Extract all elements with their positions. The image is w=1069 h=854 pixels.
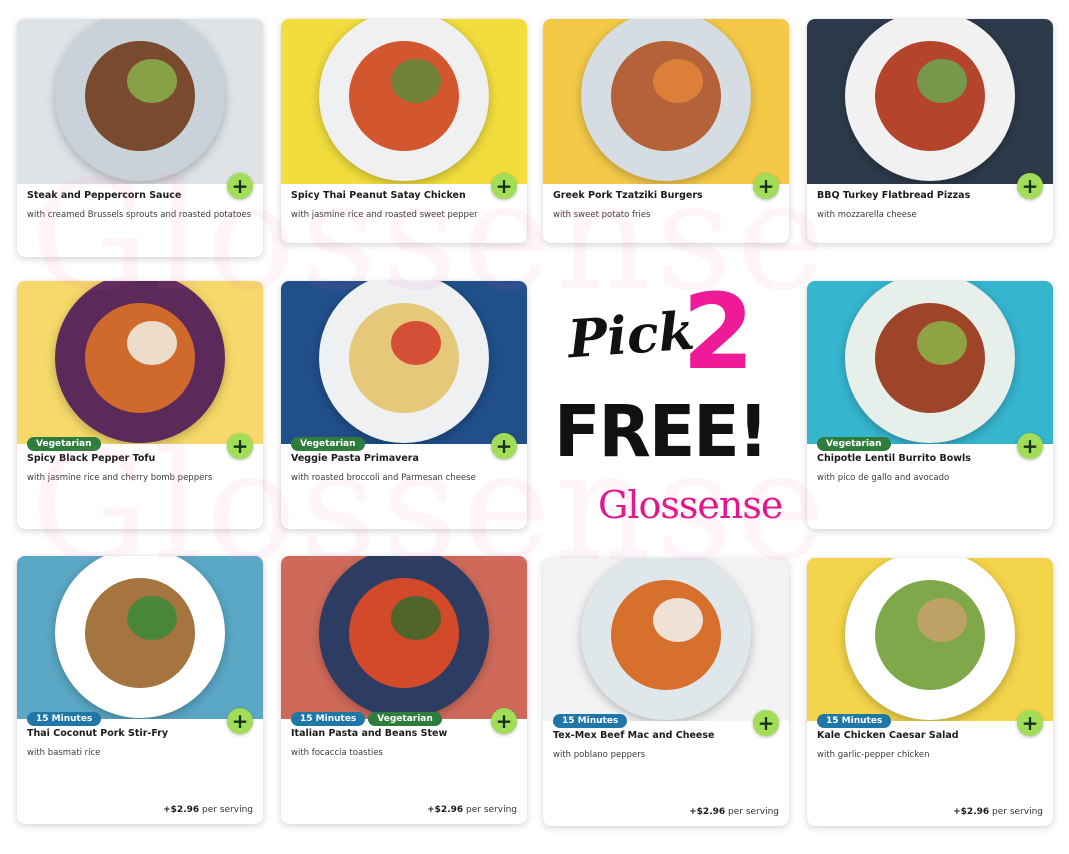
recipe-subtitle: with focaccia toasties: [291, 748, 383, 758]
badge-row: Vegetarian: [291, 431, 517, 451]
promo-brand: Glossense: [598, 483, 783, 527]
recipe-title[interactable]: Veggie Pasta Primavera: [291, 453, 517, 464]
vegetarian-badge: Vegetarian: [291, 437, 365, 451]
quick-time-badge: 15 Minutes: [553, 714, 628, 728]
garnish-image: [127, 59, 177, 103]
recipe-card[interactable]: + Spicy Thai Peanut Satay Chicken with jas…: [281, 19, 527, 243]
price-per-serving: +$2.96 per serving: [953, 807, 1043, 817]
recipe-subtitle: with garlic-pepper chicken: [817, 750, 930, 760]
recipe-photo: [281, 281, 527, 444]
recipe-photo: [17, 556, 263, 719]
recipe-card[interactable]: +15 Minutes Tex-Mex Beef Mac and Cheese wi…: [543, 558, 789, 826]
recipe-photo: [17, 281, 263, 444]
recipe-photo: [543, 19, 789, 184]
badge-row: 15 Minutes: [27, 706, 253, 726]
recipe-card[interactable]: + Greek Pork Tzatziki Burgers with sweet p…: [543, 19, 789, 243]
recipe-card[interactable]: +15 Minutes Kale Chicken Caesar Salad with…: [807, 558, 1053, 826]
price-unit: per serving: [992, 807, 1043, 817]
recipe-card[interactable]: + Vegetarian Chipotle Lentil Burrito Bowls…: [807, 281, 1053, 529]
recipe-card[interactable]: + Steak and Peppercorn Sauce with creamed …: [17, 19, 263, 257]
recipe-info: BBQ Turkey Flatbread Pizzas with mozzarel…: [817, 190, 1043, 222]
garnish-image: [127, 321, 177, 365]
recipe-info: Steak and Peppercorn Sauce with creamed B…: [27, 190, 253, 222]
vegetarian-badge: Vegetarian: [27, 437, 101, 451]
garnish-image: [391, 59, 441, 103]
recipe-photo: [17, 19, 263, 184]
recipe-info: 15 Minutes Thai Coconut Pork Stir-Fry with…: [27, 706, 253, 760]
recipe-title[interactable]: Greek Pork Tzatziki Burgers: [553, 190, 779, 201]
recipe-title[interactable]: Spicy Black Pepper Tofu: [27, 453, 253, 464]
recipe-photo: [807, 558, 1053, 721]
garnish-image: [917, 321, 967, 365]
recipe-info: 15 Minutes Vegetarian Italian Pasta and Be…: [291, 706, 517, 760]
garnish-image: [917, 59, 967, 103]
garnish-image: [917, 598, 967, 642]
price-amount: +$2.96: [427, 805, 464, 815]
recipe-title[interactable]: Steak and Peppercorn Sauce: [27, 190, 253, 201]
recipe-title[interactable]: Italian Pasta and Beans Stew: [291, 728, 517, 739]
recipe-card[interactable]: + Vegetarian Veggie Pasta Primavera with ro…: [281, 281, 527, 529]
quick-time-badge: 15 Minutes: [817, 714, 892, 728]
garnish-image: [653, 59, 703, 103]
vegetarian-badge: Vegetarian: [817, 437, 891, 451]
vegetarian-badge: Vegetarian: [368, 712, 442, 726]
recipe-title[interactable]: Chipotle Lentil Burrito Bowls: [817, 453, 1043, 464]
recipe-photo: [281, 556, 527, 719]
recipe-info: 15 Minutes Tex-Mex Beef Mac and Cheese wit…: [553, 708, 779, 762]
recipe-subtitle: with mozzarella cheese: [817, 210, 917, 220]
price-per-serving: +$2.96 per serving: [689, 807, 779, 817]
price-unit: per serving: [728, 807, 779, 817]
recipe-subtitle: with basmati rice: [27, 748, 101, 758]
promo-free-text: FREE!: [554, 391, 769, 474]
recipe-subtitle: with jasmine rice and roasted sweet pepp…: [291, 210, 478, 220]
price-unit: per serving: [466, 805, 517, 815]
recipe-title[interactable]: BBQ Turkey Flatbread Pizzas: [817, 190, 1043, 201]
recipe-subtitle: with pico de gallo and avocado: [817, 473, 950, 483]
badge-row: 15 Minutes: [553, 708, 779, 728]
badge-row: 15 Minutes Vegetarian: [291, 706, 517, 726]
recipe-photo: [807, 281, 1053, 444]
promo-number: 2: [682, 271, 755, 393]
recipe-info: 15 Minutes Kale Chicken Caesar Salad with …: [817, 708, 1043, 762]
badge-row: Vegetarian: [27, 431, 253, 451]
badge-row: 15 Minutes: [817, 708, 1043, 728]
recipe-card[interactable]: +15 Minutes Thai Coconut Pork Stir-Fry wit…: [17, 556, 263, 824]
recipe-title[interactable]: Tex-Mex Beef Mac and Cheese: [553, 730, 779, 741]
promo-pick-text: Pick: [566, 300, 697, 371]
promo-banner: Pick 2 FREE! Glossense: [548, 271, 788, 535]
recipe-photo: [543, 558, 789, 721]
garnish-image: [127, 596, 177, 640]
badge-row: Vegetarian: [817, 431, 1043, 451]
recipe-info: Greek Pork Tzatziki Burgers with sweet po…: [553, 190, 779, 222]
price-amount: +$2.96: [689, 807, 726, 817]
price-amount: +$2.96: [953, 807, 990, 817]
recipe-info: Vegetarian Chipotle Lentil Burrito Bowls w…: [817, 431, 1043, 485]
price-per-serving: +$2.96 per serving: [427, 805, 517, 815]
recipe-info: Vegetarian Veggie Pasta Primavera with roa…: [291, 431, 517, 485]
garnish-image: [391, 596, 441, 640]
garnish-image: [653, 598, 703, 642]
recipe-card[interactable]: +15 Minutes Vegetarian Italian Pasta and B…: [281, 556, 527, 824]
quick-time-badge: 15 Minutes: [27, 712, 102, 726]
quick-time-badge: 15 Minutes: [291, 712, 366, 726]
recipe-title[interactable]: Thai Coconut Pork Stir-Fry: [27, 728, 253, 739]
price-unit: per serving: [202, 805, 253, 815]
recipe-card[interactable]: + Vegetarian Spicy Black Pepper Tofu with j…: [17, 281, 263, 529]
recipe-info: Spicy Thai Peanut Satay Chicken with jasm…: [291, 190, 517, 222]
recipe-subtitle: with poblano peppers: [553, 750, 646, 760]
recipe-subtitle: with jasmine rice and cherry bomb pepper…: [27, 473, 213, 483]
price-per-serving: +$2.96 per serving: [163, 805, 253, 815]
garnish-image: [391, 321, 441, 365]
price-amount: +$2.96: [163, 805, 200, 815]
recipe-subtitle: with creamed Brussels sprouts and roaste…: [27, 210, 252, 220]
recipe-subtitle: with sweet potato fries: [553, 210, 651, 220]
recipe-info: Vegetarian Spicy Black Pepper Tofu with ja…: [27, 431, 253, 485]
recipe-subtitle: with roasted broccoli and Parmesan chees…: [291, 473, 476, 483]
recipe-photo: [281, 19, 527, 184]
recipe-photo: [807, 19, 1053, 184]
recipe-title[interactable]: Kale Chicken Caesar Salad: [817, 730, 1043, 741]
recipe-title[interactable]: Spicy Thai Peanut Satay Chicken: [291, 190, 517, 201]
recipe-card[interactable]: + BBQ Turkey Flatbread Pizzas with mozzare…: [807, 19, 1053, 243]
